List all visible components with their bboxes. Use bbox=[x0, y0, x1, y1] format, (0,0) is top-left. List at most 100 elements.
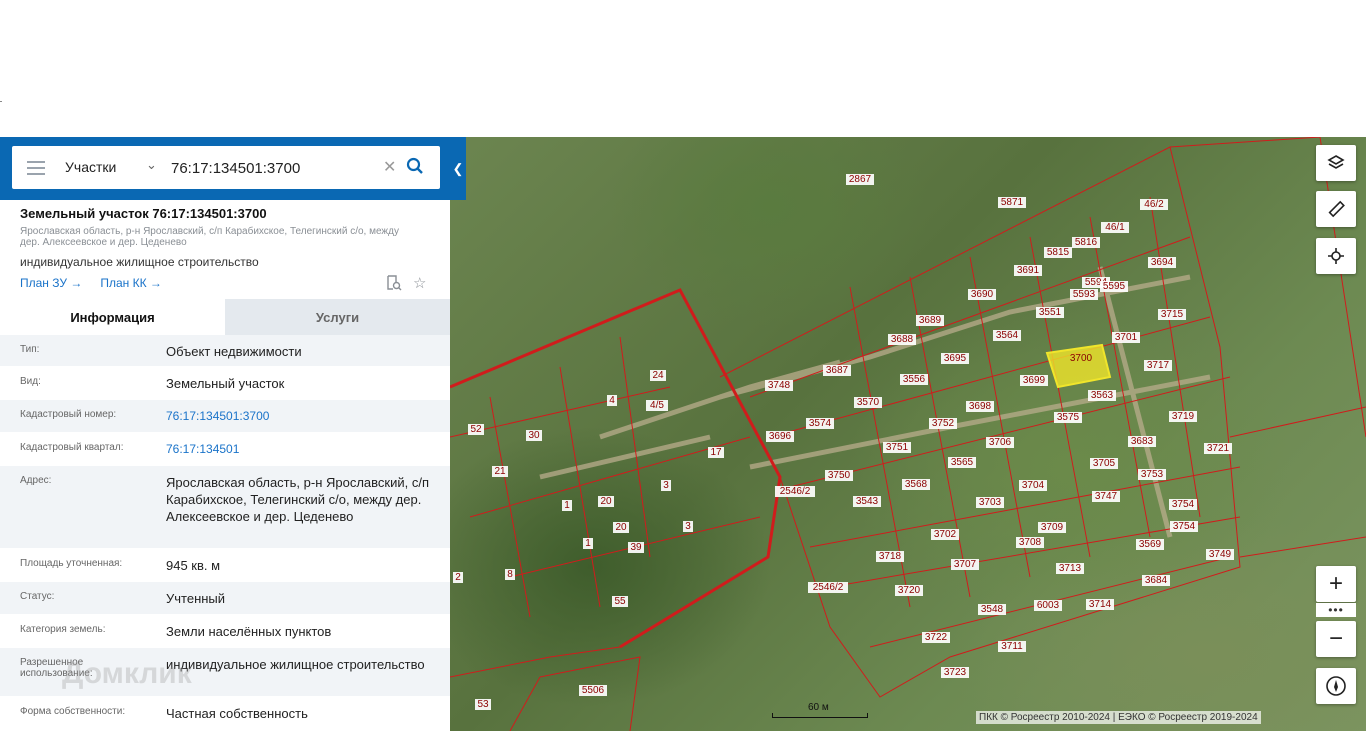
ruler-button[interactable] bbox=[1316, 191, 1356, 227]
tab-services[interactable]: Услуги bbox=[225, 299, 450, 335]
parcel-label[interactable]: 3709 bbox=[1041, 522, 1064, 533]
object-type-select[interactable]: Участки bbox=[65, 159, 116, 175]
favorite-star-icon[interactable]: ☆ bbox=[413, 274, 426, 292]
parcel-label[interactable]: 5871 bbox=[1001, 197, 1024, 208]
parcel-label[interactable]: 3752 bbox=[932, 418, 955, 429]
detail-value-link[interactable]: 76:17:134501 bbox=[166, 441, 441, 458]
parcel-label[interactable]: 5506 bbox=[582, 685, 605, 696]
parcel-label[interactable]: 3720 bbox=[898, 585, 921, 596]
parcel-label[interactable]: 3683 bbox=[1131, 436, 1154, 447]
parcel-label[interactable]: 46/2 bbox=[1144, 199, 1164, 210]
parcel-label[interactable]: 3700 bbox=[1070, 353, 1093, 364]
parcel-label[interactable]: 3698 bbox=[969, 401, 992, 412]
parcel-label[interactable]: 3689 bbox=[919, 315, 942, 326]
parcel-label[interactable]: 3747 bbox=[1095, 491, 1118, 502]
selected-parcel-3700[interactable] bbox=[1045, 343, 1112, 389]
parcel-label[interactable]: 4/5 bbox=[650, 400, 664, 411]
parcel-label[interactable]: 3718 bbox=[879, 551, 902, 562]
parcel-label[interactable]: 52 bbox=[470, 424, 482, 435]
parcel-label[interactable]: 3719 bbox=[1172, 411, 1195, 422]
parcel-label[interactable]: 3707 bbox=[954, 559, 977, 570]
document-search-icon[interactable] bbox=[386, 275, 402, 296]
locate-button[interactable] bbox=[1316, 238, 1356, 274]
plan-kk-link[interactable]: План КК → bbox=[100, 276, 162, 290]
parcel-label[interactable]: 5816 bbox=[1075, 237, 1098, 248]
parcel-label[interactable]: 3695 bbox=[944, 353, 967, 364]
parcel-label[interactable]: 30 bbox=[528, 430, 540, 441]
parcel-label[interactable]: 3708 bbox=[1019, 537, 1042, 548]
parcel-label[interactable]: 3749 bbox=[1209, 549, 1232, 560]
parcel-label[interactable]: 3691 bbox=[1017, 265, 1040, 276]
parcel-label[interactable]: 46/1 bbox=[1105, 222, 1125, 233]
parcel-label[interactable]: 3717 bbox=[1147, 360, 1170, 371]
parcel-label[interactable]: 3694 bbox=[1151, 257, 1174, 268]
parcel-label[interactable]: 5815 bbox=[1047, 247, 1070, 258]
parcel-label[interactable]: 3551 bbox=[1039, 307, 1062, 318]
parcel-label[interactable]: 2867 bbox=[849, 174, 872, 185]
plan-zu-link[interactable]: План ЗУ → bbox=[20, 276, 82, 290]
parcel-label[interactable]: 3714 bbox=[1089, 599, 1112, 610]
map-canvas[interactable]: 28675871 46/246/1581658153694369136905594… bbox=[450, 137, 1366, 731]
parcel-label[interactable]: 3556 bbox=[903, 374, 926, 385]
parcel-label[interactable]: 2 bbox=[455, 572, 461, 583]
parcel-label[interactable]: 8 bbox=[507, 569, 513, 580]
parcel-label[interactable]: 3754 bbox=[1173, 521, 1196, 532]
parcel-label[interactable]: 3568 bbox=[905, 479, 928, 490]
search-input[interactable] bbox=[171, 158, 381, 178]
parcel-label[interactable]: 20 bbox=[615, 522, 627, 533]
parcel-label[interactable]: 3563 bbox=[1091, 390, 1114, 401]
parcel-label[interactable]: 3723 bbox=[944, 667, 967, 678]
parcel-label[interactable]: 55 bbox=[614, 596, 626, 607]
cadastral-map[interactable]: 2867 5871 46/2 46/1 5816 5815 3694 3691 3690 5594… bbox=[450, 137, 1366, 731]
parcel-label[interactable]: 53 bbox=[477, 699, 489, 710]
parcel-label[interactable]: 3688 bbox=[891, 334, 914, 345]
parcel-label[interactable]: 1 bbox=[564, 500, 570, 511]
parcel-label[interactable]: 3711 bbox=[1001, 641, 1023, 652]
more-button[interactable]: ••• bbox=[1316, 603, 1356, 617]
parcel-label[interactable]: 39 bbox=[630, 542, 642, 553]
parcel-label[interactable]: 3687 bbox=[826, 365, 849, 376]
clear-icon[interactable]: ✕ bbox=[383, 157, 396, 177]
parcel-label[interactable]: 5595 bbox=[1103, 281, 1126, 292]
parcel-label[interactable]: 3570 bbox=[857, 397, 880, 408]
parcel-label[interactable]: 3696 bbox=[769, 431, 792, 442]
parcel-label[interactable]: 3748 bbox=[768, 380, 791, 391]
parcel-label[interactable]: 2546/2 bbox=[780, 486, 811, 497]
parcel-label[interactable]: 3 bbox=[663, 480, 669, 491]
layers-button[interactable] bbox=[1316, 145, 1356, 181]
parcel-label[interactable]: 3704 bbox=[1022, 480, 1045, 491]
menu-icon[interactable] bbox=[27, 161, 45, 179]
parcel-label[interactable]: 3754 bbox=[1172, 499, 1195, 510]
parcel-label[interactable]: 3548 bbox=[981, 604, 1004, 615]
compass-button[interactable] bbox=[1316, 668, 1356, 704]
parcel-label[interactable]: 3702 bbox=[934, 529, 957, 540]
parcel-label[interactable]: 3705 bbox=[1093, 458, 1116, 469]
zoom-in-button[interactable]: + bbox=[1316, 566, 1356, 602]
parcel-label[interactable]: 21 bbox=[494, 466, 506, 477]
parcel-label[interactable]: 24 bbox=[652, 370, 664, 381]
parcel-label[interactable]: 6003 bbox=[1037, 600, 1060, 611]
parcel-label[interactable]: 5593 bbox=[1073, 289, 1096, 300]
tab-info[interactable]: Информация bbox=[0, 299, 225, 335]
parcel-label[interactable]: 3684 bbox=[1145, 575, 1168, 586]
parcel-label[interactable]: 3699 bbox=[1023, 375, 1046, 386]
parcel-label[interactable]: 20 bbox=[600, 496, 612, 507]
chevron-down-icon[interactable]: ⌄ bbox=[146, 157, 157, 173]
search-icon[interactable] bbox=[406, 157, 424, 180]
parcel-label[interactable]: 4 bbox=[609, 395, 615, 406]
parcel-label[interactable]: 3715 bbox=[1161, 309, 1184, 320]
parcel-label[interactable]: 3543 bbox=[856, 496, 879, 507]
parcel-label[interactable]: 3751 bbox=[886, 442, 909, 453]
parcel-label[interactable]: 3569 bbox=[1139, 539, 1162, 550]
collapse-panel-button[interactable]: ❮ bbox=[450, 137, 466, 200]
detail-value-link[interactable]: 76:17:134501:3700 bbox=[166, 408, 441, 425]
parcel-label[interactable]: 2546/2 bbox=[813, 582, 844, 593]
parcel-label[interactable]: 3721 bbox=[1207, 443, 1230, 454]
parcel-label[interactable]: 17 bbox=[710, 447, 722, 458]
parcel-label[interactable]: 1 bbox=[585, 538, 591, 549]
parcel-label[interactable]: 3713 bbox=[1059, 563, 1082, 574]
parcel-label[interactable]: 3565 bbox=[951, 457, 974, 468]
parcel-label[interactable]: 3564 bbox=[996, 330, 1019, 341]
parcel-label[interactable]: 3690 bbox=[971, 289, 994, 300]
parcel-label[interactable]: 3753 bbox=[1141, 469, 1164, 480]
